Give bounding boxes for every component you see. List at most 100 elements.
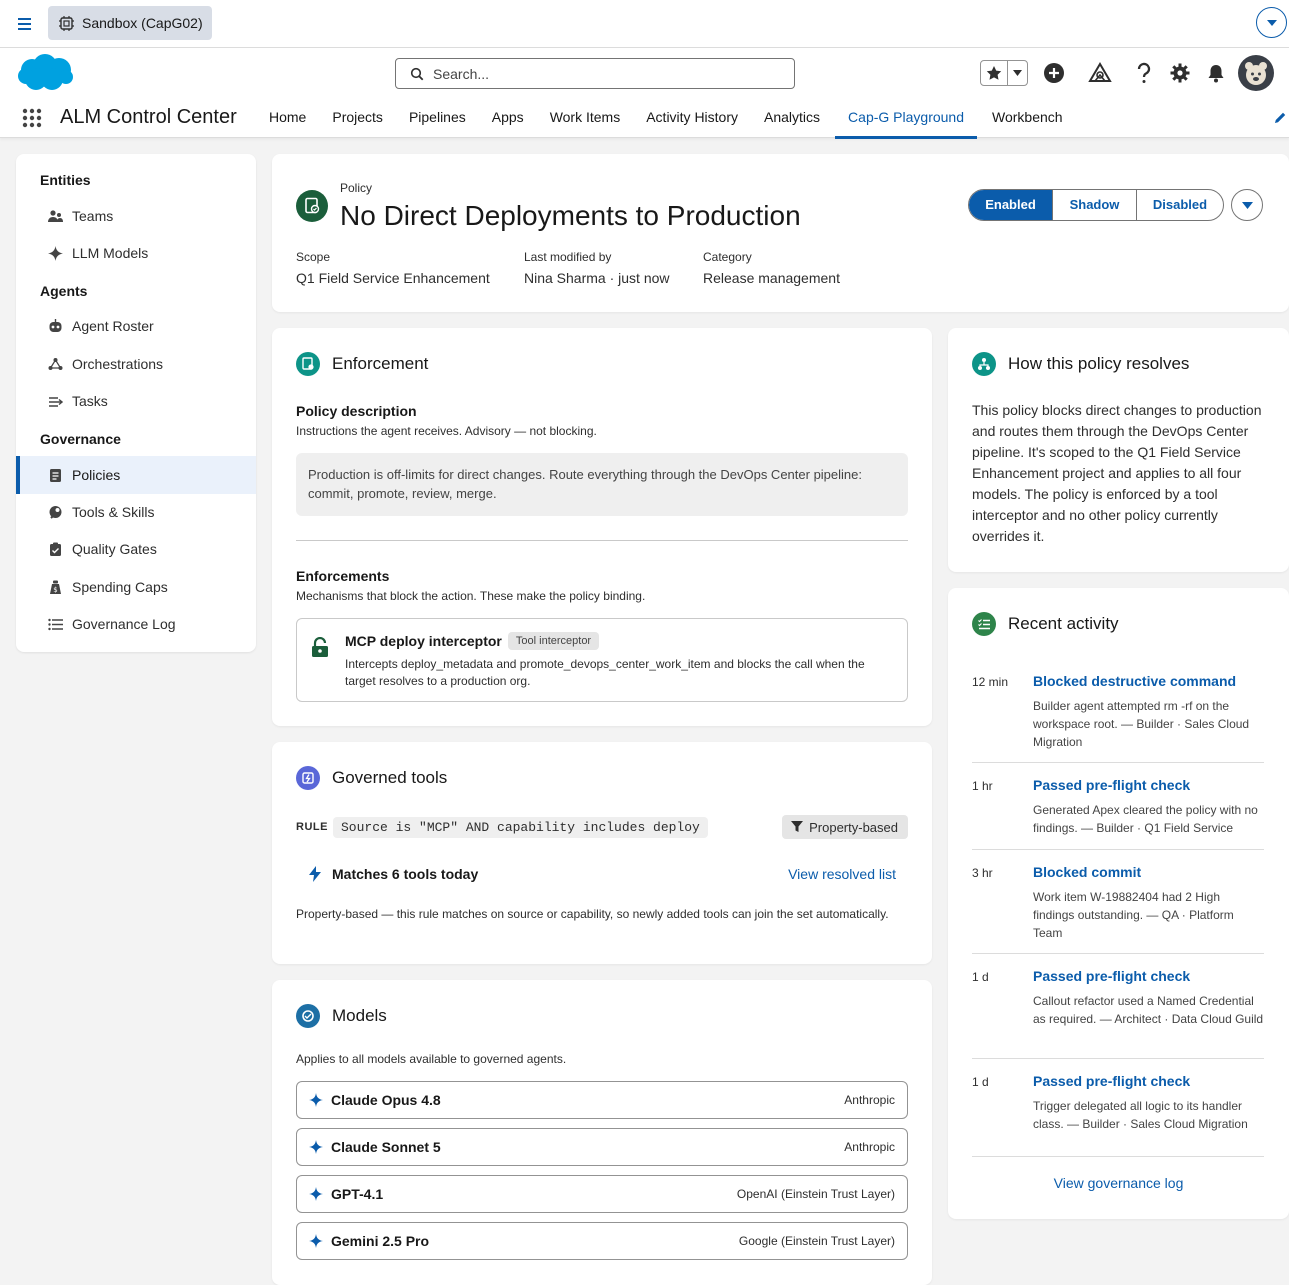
models-card: Models Applies to all models available t… xyxy=(272,980,932,1285)
nav-tab-workbench[interactable]: Workbench xyxy=(979,98,1076,138)
sandbox-bar: Sandbox (CapG02) xyxy=(0,0,1289,48)
notification-bell-icon[interactable] xyxy=(1204,61,1228,85)
interceptor-badge: Tool interceptor xyxy=(507,632,600,650)
model-row[interactable]: Claude Opus 4.8 Anthropic xyxy=(296,1081,908,1119)
sidebar-item-teams[interactable]: Teams xyxy=(16,197,256,235)
favorites-group[interactable] xyxy=(980,60,1028,86)
state-disabled-button[interactable]: Disabled xyxy=(1136,190,1223,220)
help-icon[interactable] xyxy=(1132,61,1156,85)
badge-label: Property-based xyxy=(809,819,898,835)
activity-heading: Recent activity xyxy=(1008,614,1119,633)
enforcement-heading: Enforcement xyxy=(332,354,429,373)
activity-time: 12 min xyxy=(972,675,1009,689)
model-vendor: OpenAI (Einstein Trust Layer) xyxy=(736,1187,895,1201)
activity-body: Trigger delegated all logic to its handl… xyxy=(1033,1099,1248,1131)
nav-tab-home[interactable]: Home xyxy=(256,98,319,138)
model-row[interactable]: Gemini 2.5 Pro Google (Einstein Trust La… xyxy=(296,1222,908,1260)
nav-tab-analytics[interactable]: Analytics xyxy=(751,98,833,138)
user-avatar[interactable] xyxy=(1238,55,1274,91)
activity-body: Work item W-19882404 had 2 High findings… xyxy=(1033,890,1234,940)
nav-tab-activity-history[interactable]: Activity History xyxy=(633,98,751,138)
divider xyxy=(972,849,1264,850)
activity-title-link[interactable]: Passed pre-flight check xyxy=(1033,1073,1190,1089)
governed-tools-header: Governed tools xyxy=(296,766,447,790)
state-shadow-button[interactable]: Shadow xyxy=(1052,190,1136,220)
governed-tools-card: Governed tools RULE Source is "MCP" AND … xyxy=(272,742,932,964)
nav-tab-work-items[interactable]: Work Items xyxy=(537,98,634,138)
activity-header: Recent activity xyxy=(972,612,1119,636)
app-launcher-icon[interactable] xyxy=(22,108,42,128)
interceptor-item[interactable]: MCP deploy interceptor Tool interceptor … xyxy=(296,618,908,702)
nav-tab-projects[interactable]: Projects xyxy=(319,98,396,138)
model-name: Gemini 2.5 Pro xyxy=(331,1233,430,1249)
enforcement-card: Enforcement Policy description Instructi… xyxy=(272,328,932,726)
activity-title-link[interactable]: Passed pre-flight check xyxy=(1033,968,1190,984)
money-icon: $ xyxy=(48,580,63,595)
state-enabled-button[interactable]: Enabled xyxy=(969,190,1052,220)
sidebar-item-label: Teams xyxy=(72,208,114,224)
activity-time: 1 d xyxy=(972,1075,989,1089)
chevron-down-icon[interactable] xyxy=(1256,7,1287,38)
more-actions-dropdown-icon[interactable] xyxy=(1231,189,1263,221)
favorites-dropdown-icon[interactable] xyxy=(1008,70,1027,76)
resolution-header: How this policy resolves xyxy=(972,352,1189,376)
nav-tab-cap-g-playground[interactable]: Cap-G Playground xyxy=(835,98,977,139)
lock-icon xyxy=(311,637,329,657)
resolution-heading: How this policy resolves xyxy=(1008,354,1190,373)
gear-icon[interactable] xyxy=(1168,61,1192,85)
menu-icon[interactable] xyxy=(14,14,36,34)
model-vendor: Anthropic xyxy=(844,1093,895,1107)
activity-title-link[interactable]: Blocked commit xyxy=(1033,864,1141,880)
meta-value: Nina Sharma · just now xyxy=(524,270,670,286)
sidebar-item-llm-models[interactable]: LLM Models xyxy=(16,234,256,272)
activity-time: 3 hr xyxy=(972,866,993,880)
sidebar-item-label: Tools & Skills xyxy=(72,504,155,520)
tasks-icon xyxy=(48,394,63,409)
sandbox-indicator[interactable]: Sandbox (CapG02) xyxy=(48,6,212,40)
enforcements-subtitle: Mechanisms that block the action. These … xyxy=(296,589,646,603)
view-governance-log-link[interactable]: View governance log xyxy=(948,1175,1289,1191)
app-name: ALM Control Center xyxy=(60,106,237,128)
models-subtitle: Applies to all models available to gover… xyxy=(296,1052,567,1066)
model-row[interactable]: GPT-4.1 OpenAI (Einstein Trust Layer) xyxy=(296,1175,908,1213)
sidebar-item-orchestrations[interactable]: Orchestrations xyxy=(16,345,256,383)
sidebar-item-quality-gates[interactable]: Quality Gates xyxy=(16,530,256,568)
nav-tabs: Home Projects Pipelines Apps Work Items … xyxy=(256,98,1076,139)
model-vendor: Anthropic xyxy=(844,1140,895,1154)
trailhead-icon[interactable] xyxy=(1088,61,1112,85)
sidebar-item-spending-caps[interactable]: $ Spending Caps xyxy=(16,568,256,606)
model-row[interactable]: Claude Sonnet 5 Anthropic xyxy=(296,1128,908,1166)
sidebar-section-governance: Governance xyxy=(40,431,121,447)
policy-state-toggle: Enabled Shadow Disabled xyxy=(968,189,1224,221)
add-icon[interactable] xyxy=(1042,61,1066,85)
sparkle-icon xyxy=(48,245,63,261)
sidebar-item-tools-skills[interactable]: Tools & Skills xyxy=(16,493,256,531)
policy-icon xyxy=(296,190,328,222)
sidebar-item-agent-roster[interactable]: Agent Roster xyxy=(16,307,256,345)
interceptor-description: Intercepts deploy_metadata and promote_d… xyxy=(345,657,865,688)
global-search-input[interactable]: Search... xyxy=(395,58,795,89)
sparkle-icon xyxy=(309,1093,323,1107)
sidebar-item-label: Policies xyxy=(72,467,121,483)
edit-nav-pencil-icon[interactable] xyxy=(1273,111,1287,125)
svg-text:$: $ xyxy=(53,586,57,594)
left-sidebar: Entities Teams LLM Models Agents Agent R… xyxy=(16,154,256,652)
sidebar-item-policies[interactable]: Policies xyxy=(16,456,256,494)
salesforce-logo-icon[interactable] xyxy=(16,53,74,93)
sidebar-item-governance-log[interactable]: Governance Log xyxy=(16,605,256,643)
meta-label: Category xyxy=(703,250,752,264)
sidebar-item-tasks[interactable]: Tasks xyxy=(16,382,256,420)
nav-tab-pipelines[interactable]: Pipelines xyxy=(396,98,479,138)
activity-body: Callout refactor used a Named Credential… xyxy=(1033,994,1264,1026)
property-based-note: Property-based — this rule matches on so… xyxy=(296,907,889,921)
rule-expression: Source is "MCP" AND capability includes … xyxy=(333,816,708,838)
hierarchy-icon xyxy=(972,352,996,376)
activity-title-link[interactable]: Blocked destructive command xyxy=(1033,673,1236,689)
activity-title-link[interactable]: Passed pre-flight check xyxy=(1033,777,1190,793)
view-resolved-list-link[interactable]: View resolved list xyxy=(788,866,896,882)
sparkle-icon xyxy=(309,1187,323,1201)
model-name: GPT-4.1 xyxy=(331,1186,384,1202)
nav-tab-apps[interactable]: Apps xyxy=(479,98,537,138)
star-icon[interactable] xyxy=(981,61,1008,85)
tools-icon xyxy=(48,505,63,520)
